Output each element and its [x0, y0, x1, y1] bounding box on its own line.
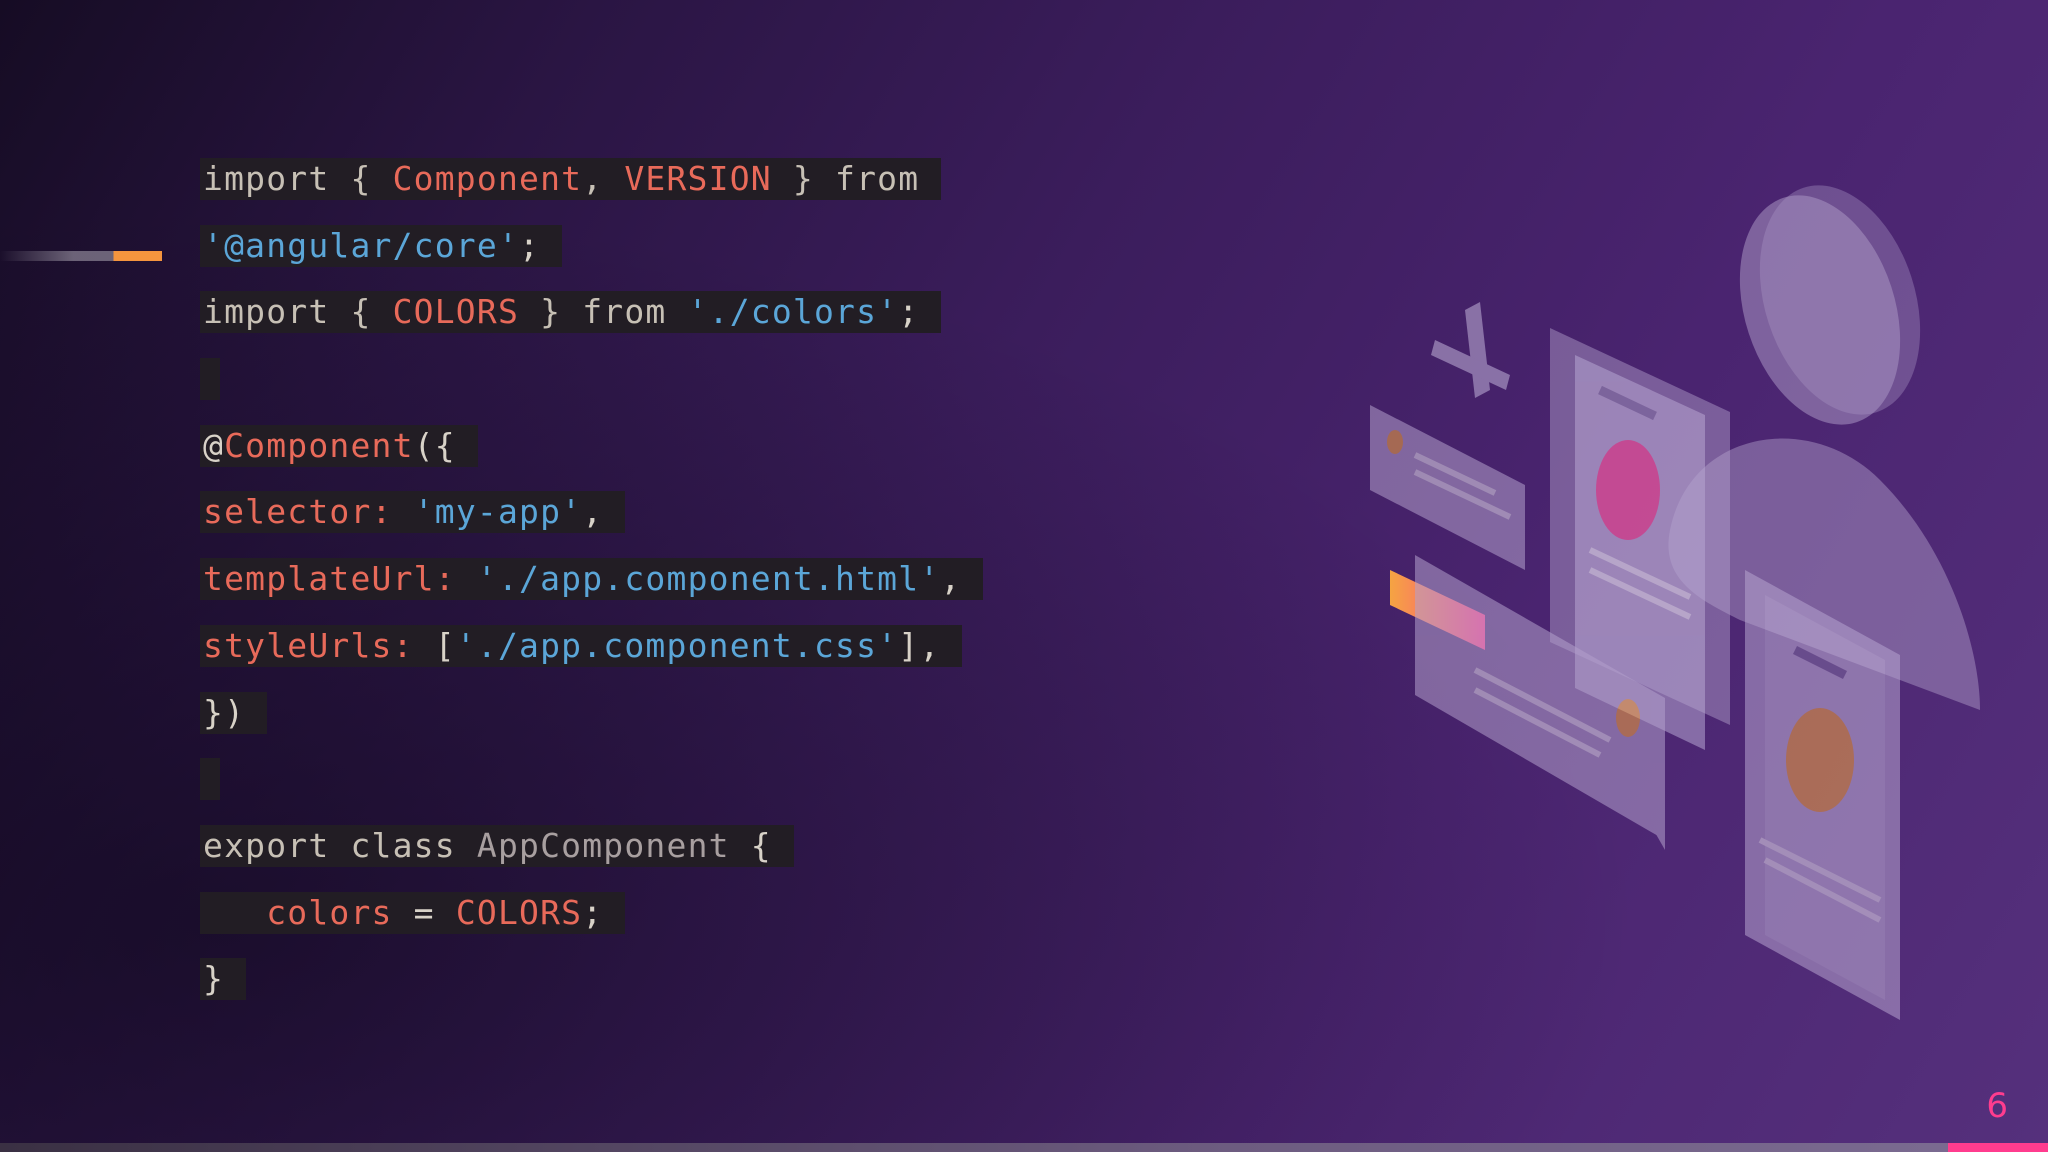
code-token: ;	[519, 225, 541, 265]
code-token: ({	[413, 425, 456, 465]
code-token: ,	[940, 559, 962, 599]
code-token: '@angular/core'	[203, 225, 520, 265]
code-token: @	[203, 425, 225, 465]
code-line-text: '@angular/core';	[200, 224, 563, 267]
code-token: ,	[582, 159, 625, 198]
code-line-text: }	[200, 958, 247, 1001]
code-line: })	[200, 691, 983, 734]
code-token: ;	[898, 292, 920, 332]
code-token: {	[729, 825, 772, 865]
code-line: templateUrl: './app.component.html',	[200, 558, 984, 601]
code-token: export class	[203, 825, 477, 865]
code-line-text: import { COLORS } from './colors';	[200, 291, 942, 334]
code-line	[200, 358, 983, 401]
code-line-text: templateUrl: './app.component.html',	[200, 558, 984, 601]
code-token: './app.component.html'	[476, 559, 941, 599]
code-line: colors = COLORS;	[200, 891, 983, 934]
code-token: Component	[224, 425, 414, 465]
code-line-text	[200, 758, 220, 801]
code-token: selector:	[203, 492, 414, 532]
code-token: templateUrl:	[203, 559, 477, 599]
code-line: selector: 'my-app',	[200, 491, 983, 534]
code-token: 'my-app'	[413, 492, 583, 532]
code-token: VERSION	[624, 159, 772, 198]
code-line: styleUrls: ['./app.component.css'],	[200, 624, 983, 667]
code-token: import {	[203, 159, 393, 198]
code-token: ;	[582, 892, 604, 932]
code-token: Component	[392, 159, 583, 198]
code-line	[200, 758, 983, 801]
code-token: })	[203, 692, 246, 732]
code-token: } from	[519, 292, 688, 332]
page-number: 6	[1986, 1086, 2008, 1126]
code-line: import { Component, VERSION } from	[200, 158, 983, 200]
accent-line	[0, 251, 162, 261]
code-line: @Component({	[200, 424, 983, 467]
code-token: import {	[203, 292, 393, 332]
code-line: import { COLORS } from './colors';	[200, 291, 983, 334]
code-token: } from	[771, 159, 920, 198]
code-token: ,	[582, 492, 604, 532]
code-token: ],	[898, 625, 941, 665]
code-line: export class AppComponent {	[200, 824, 983, 867]
code-token: }	[203, 959, 225, 999]
code-token: styleUrls:	[203, 625, 435, 665]
code-line-text: import { Component, VERSION } from	[200, 158, 942, 200]
code-token: COLORS	[455, 892, 583, 932]
code-line-text: @Component({	[200, 424, 478, 467]
code-token: =	[392, 892, 456, 932]
code-token: colors	[203, 892, 393, 932]
plus-icon	[1431, 302, 1510, 398]
bottom-progress-bar	[0, 1143, 2048, 1152]
code-token: [	[434, 625, 456, 665]
code-line: '@angular/core';	[200, 224, 983, 267]
user-profile-illustration	[1370, 185, 1980, 1020]
code-line-text	[200, 358, 220, 401]
code-line-text: colors = COLORS;	[200, 891, 626, 934]
code-token: COLORS	[392, 292, 520, 332]
code-line-text: selector: 'my-app',	[200, 491, 626, 534]
code-line-text: })	[200, 691, 268, 734]
code-line: }	[200, 958, 983, 1001]
code-line-text: styleUrls: ['./app.component.css'],	[200, 624, 963, 667]
profile-head	[1739, 195, 1901, 425]
code-token: AppComponent	[476, 825, 730, 865]
code-line-text: export class AppComponent {	[200, 824, 794, 867]
code-token: './app.component.css'	[455, 625, 899, 665]
small-card	[1370, 405, 1525, 570]
code-block: import { Component, VERSION } from '@angu…	[200, 158, 984, 1025]
code-token: './colors'	[687, 292, 899, 332]
bottom-bar-accent	[1948, 1143, 2048, 1152]
